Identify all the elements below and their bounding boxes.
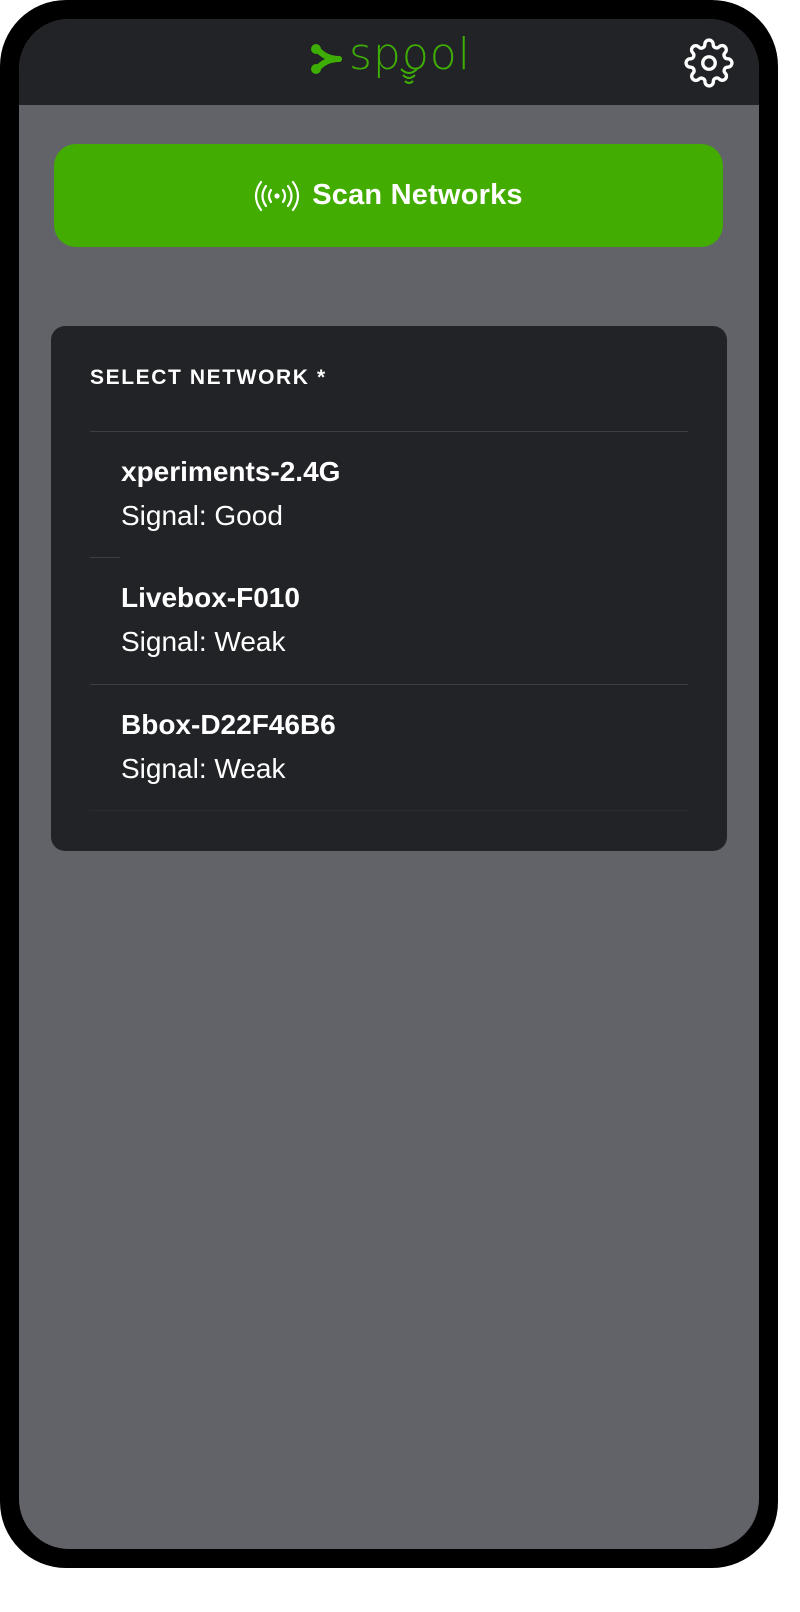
signal-waves-icon xyxy=(400,68,418,84)
wifi-broadcast-icon xyxy=(254,180,300,212)
gear-icon xyxy=(684,38,734,88)
app-screen: spool Scan Networks SELECT NETWORK * xpe… xyxy=(19,19,759,1549)
device-frame: spool Scan Networks SELECT NETWORK * xpe… xyxy=(0,0,778,1568)
scan-networks-button[interactable]: Scan Networks xyxy=(54,144,723,247)
network-item[interactable]: Bbox-D22F46B6 Signal: Weak xyxy=(90,685,688,811)
settings-button[interactable] xyxy=(681,35,737,91)
network-item[interactable]: Livebox-F010 Signal: Weak xyxy=(90,558,688,684)
network-signal: Signal: Weak xyxy=(121,753,286,784)
network-signal: Signal: Weak xyxy=(121,626,286,657)
network-item[interactable]: xperiments-2.4G Signal: Good xyxy=(90,432,688,558)
network-name: xperiments-2.4G xyxy=(121,456,341,487)
select-network-heading: SELECT NETWORK * xyxy=(90,366,327,389)
app-logo: spool xyxy=(309,27,471,93)
logo-mark-icon xyxy=(311,44,342,74)
network-name: Bbox-D22F46B6 xyxy=(121,709,336,740)
top-bar: spool xyxy=(19,19,759,105)
scan-networks-label: Scan Networks xyxy=(312,179,523,211)
network-signal: Signal: Good xyxy=(121,500,283,531)
network-name: Livebox-F010 xyxy=(121,582,300,613)
network-list-card: SELECT NETWORK * xperiments-2.4G Signal:… xyxy=(51,326,727,851)
divider xyxy=(90,810,688,811)
